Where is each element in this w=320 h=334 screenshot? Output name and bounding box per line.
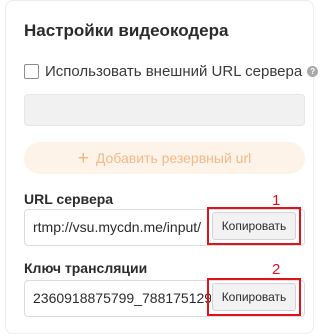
server-url-value[interactable]: rtmp://vsu.mycdn.me/input/ [33,219,211,235]
stream-key-label: Ключ трансляции [24,260,148,276]
annotation-highlight-1: Копировать [207,207,301,245]
external-url-checkbox[interactable] [24,63,39,79]
question-circle-icon[interactable]: ? [307,65,319,77]
copy-server-url-button[interactable]: Копировать [212,212,296,240]
server-url-label: URL сервера [24,191,114,207]
external-url-input [24,94,305,126]
stream-key-value[interactable]: 2360918875799_788175129 [33,290,211,306]
annotation-highlight-2: Копировать [207,278,301,316]
panel-title: Настройки видеокодера [24,21,229,40]
add-backup-url-label: Добавить резервный url [95,150,252,166]
external-url-label[interactable]: Использовать внешний URL сервера [45,63,302,80]
annotation-marker-2: 2 [272,261,281,278]
add-backup-url-button[interactable]: + Добавить резервный url [24,142,305,174]
plus-icon: + [77,147,89,169]
external-url-option[interactable]: Использовать внешний URL сервера ? [24,62,319,80]
copy-stream-key-button[interactable]: Копировать [212,283,296,311]
